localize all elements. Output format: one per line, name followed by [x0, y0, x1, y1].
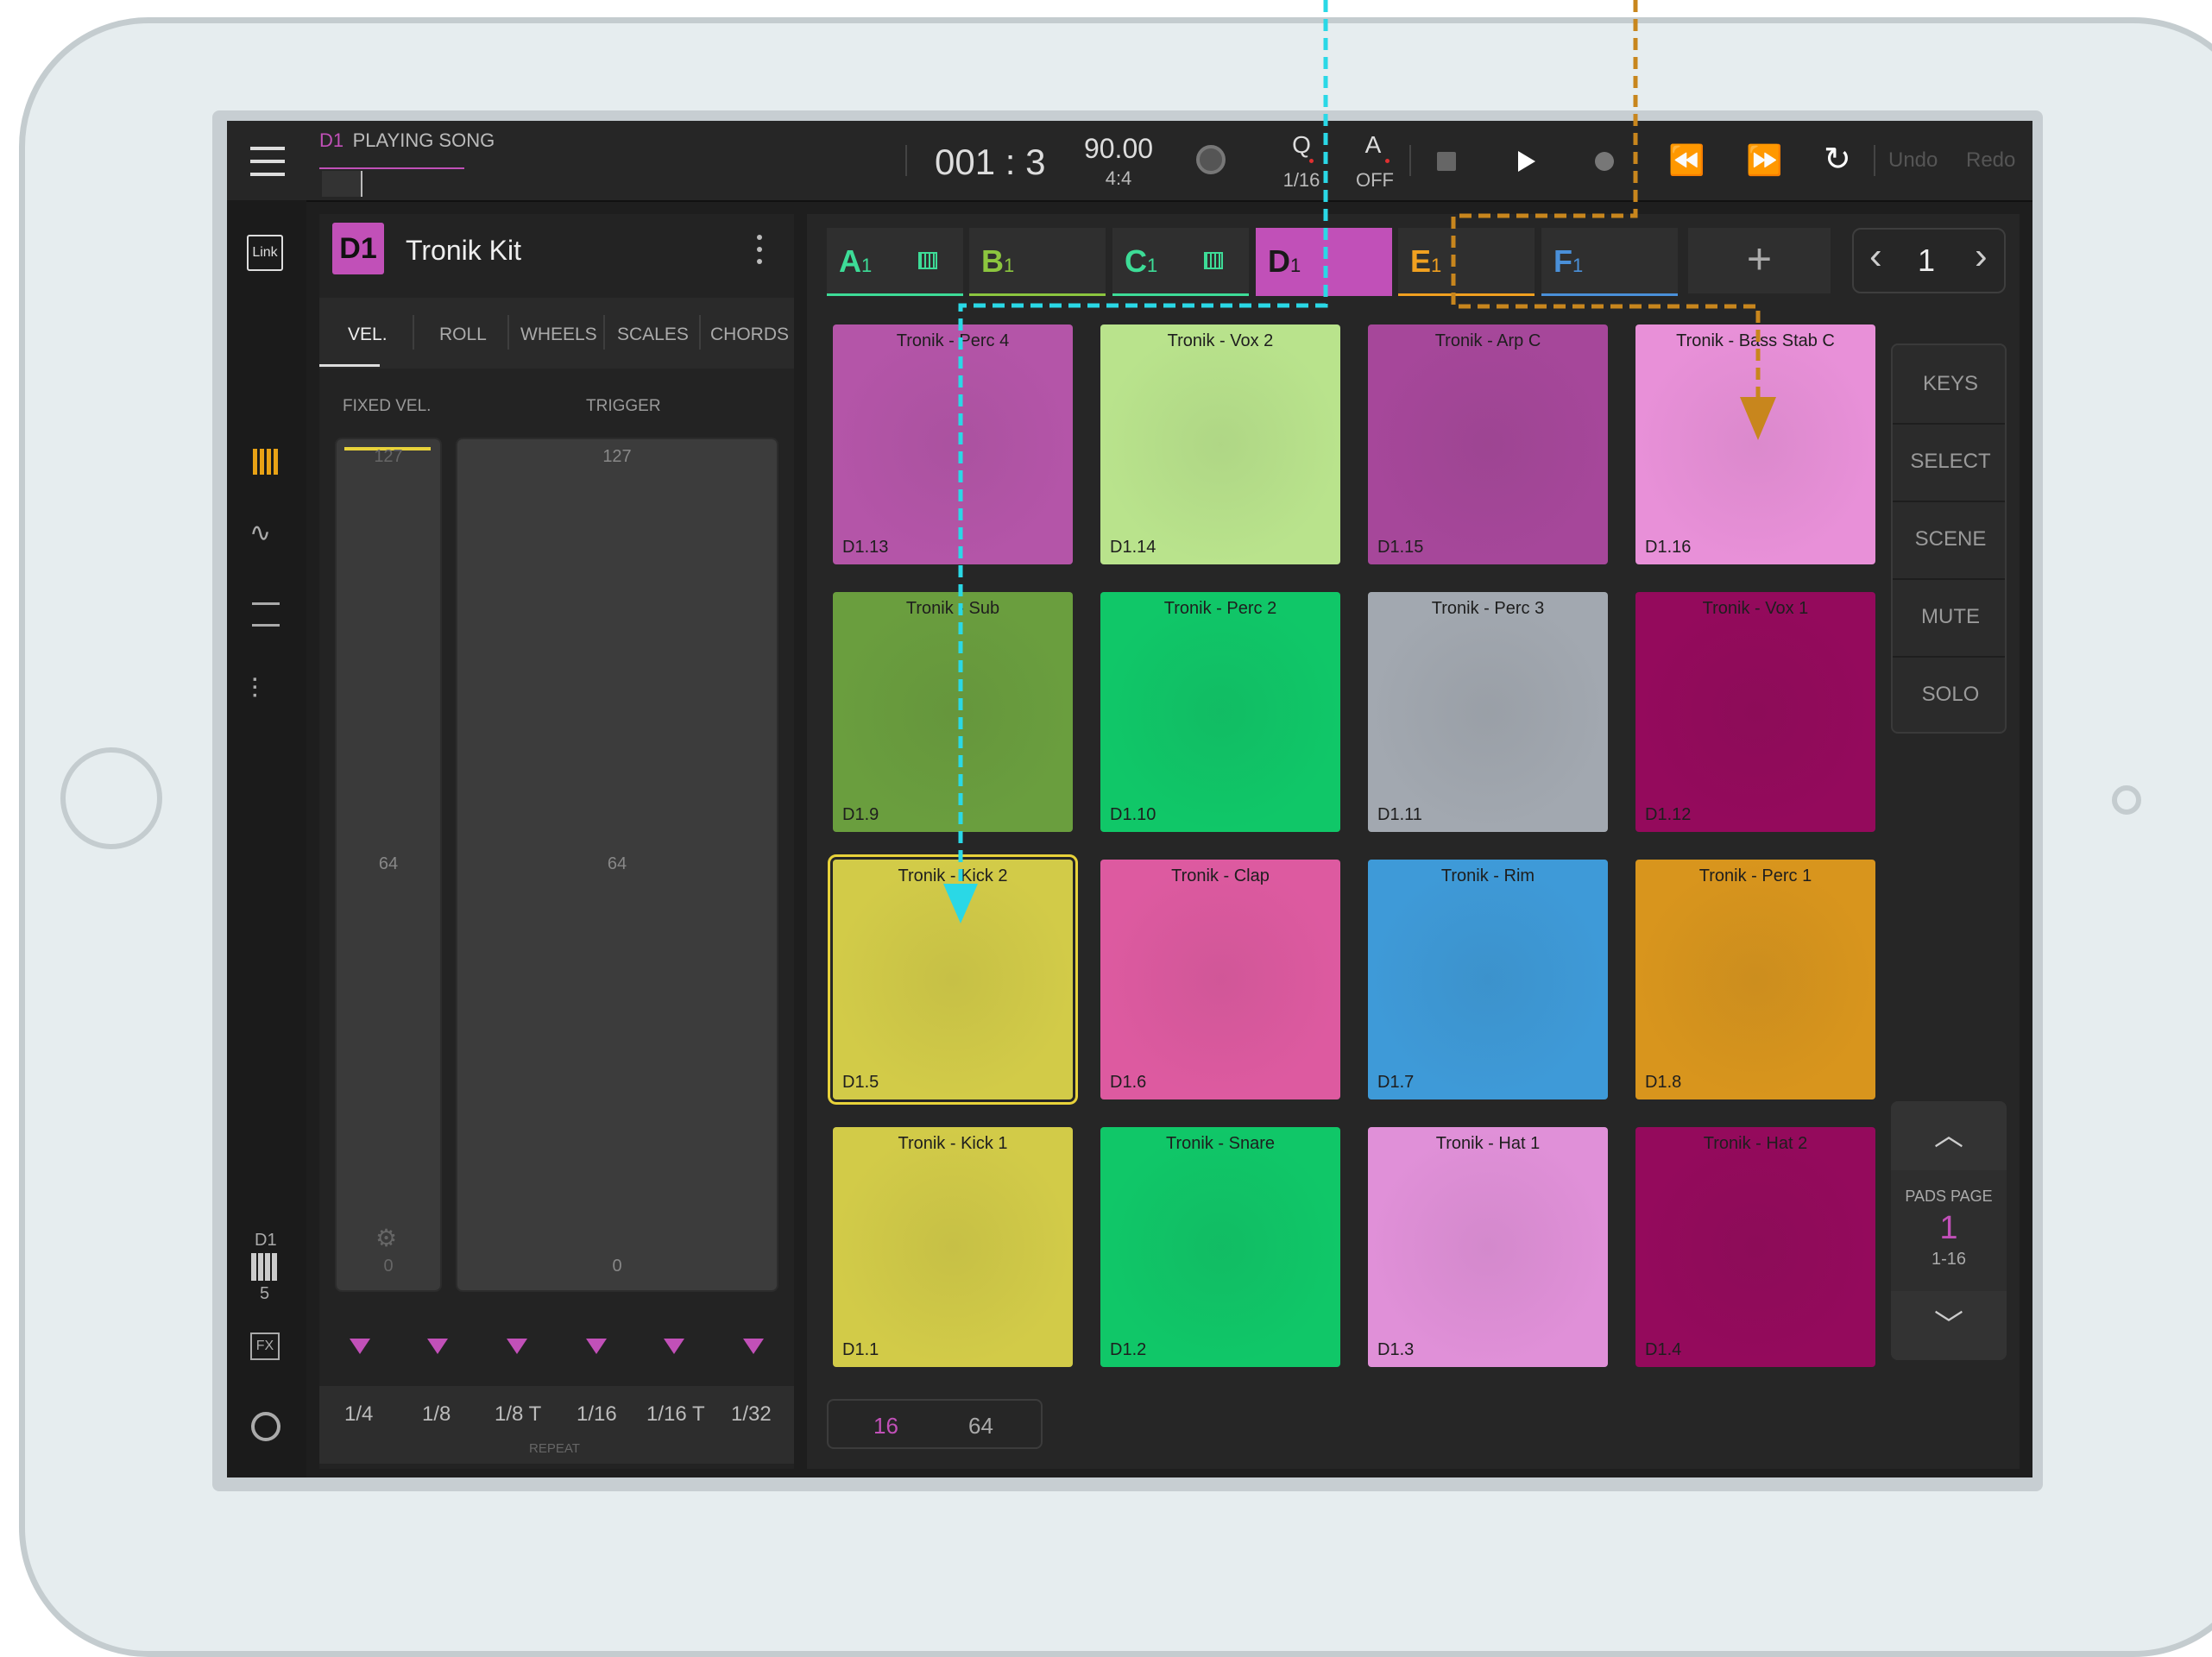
annotation-orange-arrow — [1740, 397, 1776, 440]
annotation-overlay — [943, 121, 1776, 923]
annotation-cyan-arrow — [943, 884, 978, 923]
annotation-overlay-outer — [1323, 0, 1638, 121]
app-screen: D1 PLAYING SONG 001 : 3 90.00 4:4 Q 1/16… — [227, 121, 2032, 1477]
home-button — [60, 747, 162, 849]
annotation-cyan-line — [958, 121, 1328, 898]
annotation-orange-line — [1451, 121, 1761, 397]
camera — [2112, 785, 2141, 815]
